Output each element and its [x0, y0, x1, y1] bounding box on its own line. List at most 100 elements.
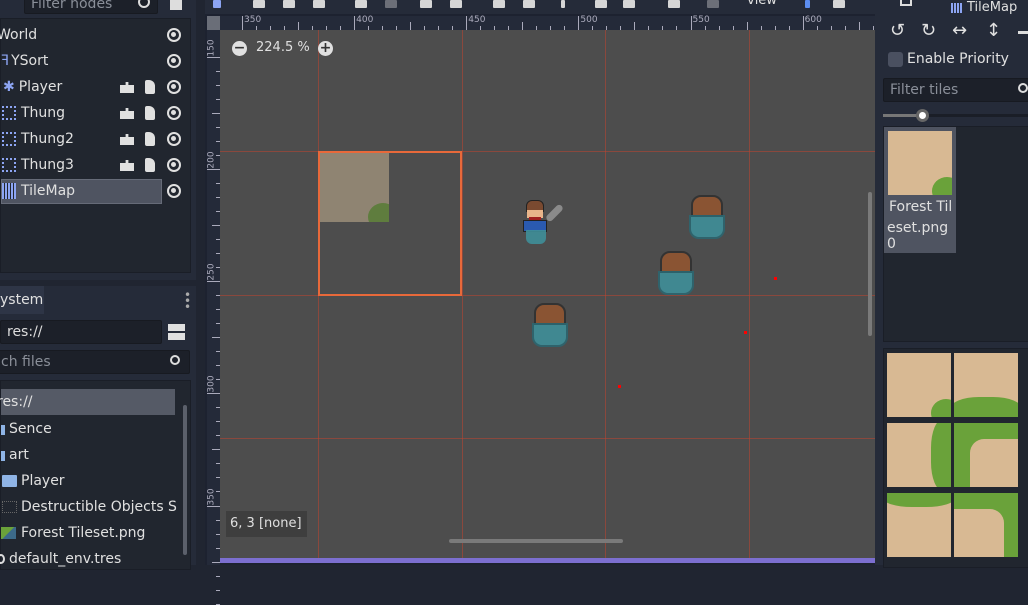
lock-icon[interactable]: [595, 0, 607, 8]
pan-tool-icon[interactable]: [420, 0, 432, 8]
node-label: World: [0, 27, 38, 43]
file-item-default-env[interactable]: default_env.tres: [0, 547, 121, 571]
zoom-slider[interactable]: [883, 114, 1028, 117]
pivot-icon[interactable]: [385, 0, 397, 8]
tree-node-world[interactable]: World: [0, 23, 181, 47]
player-sprite: [521, 200, 565, 246]
palette-tile[interactable]: [954, 423, 1018, 487]
viewport[interactable]: − 224.5 % + 6, 3 [none]: [220, 30, 875, 558]
file-item-destructible[interactable]: Destructible Objects S: [1, 495, 177, 519]
tileset-item[interactable]: Forest Til eset.png 0: [884, 127, 956, 253]
visibility-eye-icon[interactable]: [167, 54, 181, 68]
enable-priority-label: Enable Priority: [907, 51, 1009, 67]
dock-title: TileMap: [967, 0, 1018, 15]
vertical-scrollbar[interactable]: [868, 192, 872, 336]
tree-node-thung2[interactable]: Thung2: [1, 127, 192, 151]
palette-tile[interactable]: [887, 493, 951, 557]
split-mode-icon[interactable]: [168, 324, 185, 340]
smart-snap-icon[interactable]: [493, 0, 505, 8]
file-item-sence[interactable]: Sence: [1, 417, 52, 441]
visibility-eye-icon[interactable]: [167, 106, 181, 120]
tree-node-thung[interactable]: Thung: [1, 101, 192, 125]
tile-palette: [883, 348, 1028, 568]
slider-grabber[interactable]: [916, 109, 929, 122]
ruler-tick: [216, 589, 220, 591]
ruler-tool-icon[interactable]: [450, 0, 462, 8]
ruler-tick: [298, 22, 300, 30]
zoom-in-button[interactable]: +: [318, 41, 333, 56]
script-icon[interactable]: [145, 106, 155, 120]
ruler-tick: [466, 16, 468, 30]
file-scrollbar[interactable]: [183, 405, 187, 555]
visibility-eye-icon[interactable]: [167, 80, 181, 94]
view-menu[interactable]: view: [747, 0, 777, 8]
rotate-right-button[interactable]: ↻: [921, 20, 936, 41]
node-label: Player: [18, 79, 63, 95]
origin-marker: [774, 277, 777, 280]
bottom-panel-accent: [220, 558, 875, 563]
snap-options-icon[interactable]: [561, 0, 565, 8]
kinematic-body-icon: ✱: [3, 79, 15, 95]
tree-node-player[interactable]: ✱ Player: [1, 75, 192, 99]
tree-node-tilemap[interactable]: TileMap: [1, 179, 192, 204]
script-icon[interactable]: [145, 158, 155, 172]
visibility-eye-icon[interactable]: [167, 132, 181, 146]
group-icon[interactable]: [623, 0, 635, 8]
file-item-art[interactable]: art: [1, 443, 29, 467]
instance-icon[interactable]: [120, 160, 134, 171]
search-files-input[interactable]: ch files: [0, 350, 190, 374]
zoom-level[interactable]: 224.5 %: [256, 40, 310, 55]
list-select-icon[interactable]: [355, 0, 367, 8]
rotate-left-button[interactable]: ↺: [890, 20, 905, 41]
script-icon[interactable]: [145, 80, 155, 94]
file-label: Sence: [9, 421, 52, 437]
scale-tool-icon[interactable]: [313, 0, 325, 8]
add-node-icon[interactable]: [170, 0, 182, 10]
select-tool-icon[interactable]: [213, 0, 221, 8]
ruler-tick: [354, 16, 356, 30]
file-item-player[interactable]: Player: [1, 469, 65, 493]
enable-priority-checkbox[interactable]: [888, 52, 903, 67]
horizontal-scrollbar[interactable]: [449, 539, 623, 543]
keyframe-icon[interactable]: [833, 0, 845, 8]
tree-node-ysort[interactable]: ꟻ YSort: [1, 49, 181, 73]
bone-icon[interactable]: [668, 0, 680, 8]
filter-tiles-input[interactable]: Filter tiles: [883, 78, 1028, 102]
menu-dots-icon[interactable]: • • •: [184, 289, 191, 313]
script-icon[interactable]: [145, 132, 155, 146]
file-item-root[interactable]: res://: [0, 389, 175, 415]
path-field[interactable]: res://: [0, 320, 162, 344]
copy-icon[interactable]: [900, 0, 912, 6]
tree-node-thung3[interactable]: Thung3: [1, 153, 192, 177]
zoom-out-button[interactable]: −: [232, 41, 247, 56]
rotate-tool-icon[interactable]: [283, 0, 295, 8]
ruler-tick: [578, 16, 580, 30]
visibility-eye-icon[interactable]: [167, 28, 181, 42]
instance-icon[interactable]: [120, 134, 134, 145]
tab-filesystem[interactable]: ystem: [0, 286, 44, 314]
palette-tile[interactable]: [887, 353, 951, 417]
visibility-eye-icon[interactable]: [167, 184, 181, 198]
camera-icon[interactable]: [707, 0, 719, 8]
instance-icon[interactable]: [120, 108, 134, 119]
key-icon[interactable]: [805, 0, 810, 8]
ruler-label: 300: [206, 375, 217, 393]
flip-vertical-button[interactable]: ↕: [986, 20, 1001, 41]
grid-snap-icon[interactable]: [523, 0, 535, 8]
folder-icon: [2, 475, 17, 487]
palette-tile[interactable]: [887, 423, 951, 487]
node-label: YSort: [11, 53, 49, 69]
ruler-label: 350: [206, 487, 217, 506]
ruler-label: 600: [804, 15, 822, 25]
visibility-eye-icon[interactable]: [167, 158, 181, 172]
flip-horizontal-button[interactable]: ↔: [952, 20, 967, 41]
palette-tile[interactable]: [954, 353, 1018, 417]
clear-transform-icon[interactable]: [1018, 26, 1028, 34]
tileset-list: Forest Til eset.png 0: [883, 126, 1028, 342]
move-tool-icon[interactable]: [253, 0, 265, 8]
instance-icon[interactable]: [120, 82, 134, 93]
tile-selection-rect: [318, 151, 462, 296]
file-item-forest-tileset[interactable]: Forest Tileset.png: [1, 521, 145, 545]
palette-tile[interactable]: [954, 493, 1018, 557]
scene-tree: World ꟻ YSort ✱ Player Thung Thung2 Thung3…: [0, 18, 191, 273]
